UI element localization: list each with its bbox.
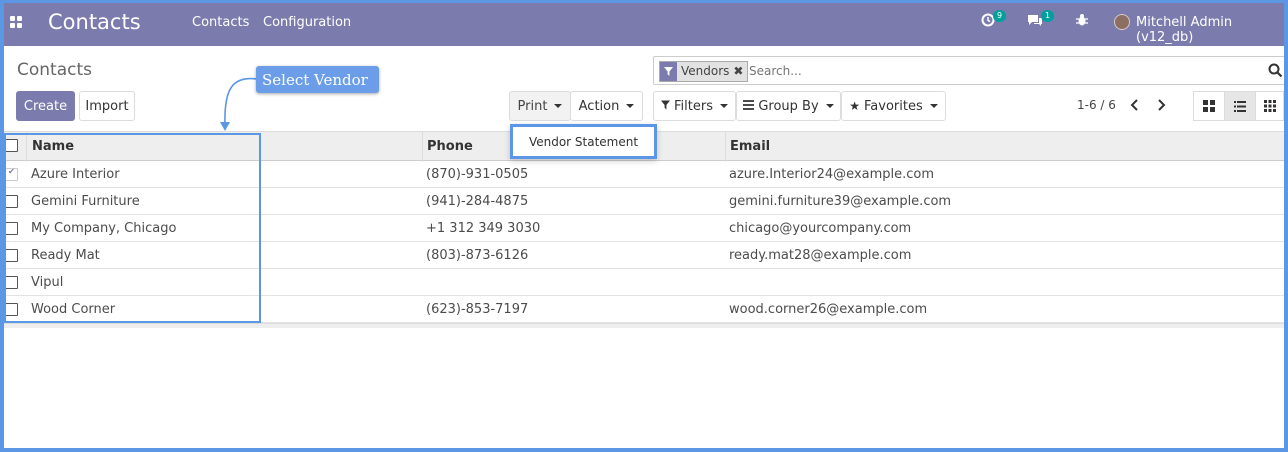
contact-phone: (623)-853-7197: [426, 302, 529, 317]
contact-email: azure.Interior24@example.com: [729, 167, 935, 182]
select-all-checkbox[interactable]: [5, 139, 18, 152]
row-checkbox[interactable]: [5, 167, 18, 181]
column-header-email[interactable]: Email: [730, 139, 770, 154]
action-label: Action: [578, 98, 620, 114]
filters-label: Filters: [674, 98, 713, 114]
contact-name: Vipul: [31, 275, 64, 290]
debug-bug-icon[interactable]: [1075, 13, 1095, 33]
filter-icon: [660, 62, 677, 81]
facet-label: Vendors: [681, 64, 730, 78]
print-dropdown-button[interactable]: Print: [509, 91, 571, 121]
bars-icon: [743, 99, 755, 114]
menu-configuration[interactable]: Configuration: [263, 15, 351, 30]
star-icon: ★: [849, 99, 861, 113]
app-brand[interactable]: Contacts: [48, 10, 141, 34]
search-input[interactable]: [749, 62, 1249, 80]
chevron-left-icon[interactable]: [1130, 98, 1139, 116]
contact-name: My Company, Chicago: [31, 221, 177, 236]
contact-phone: (870)-931-0505: [426, 167, 529, 182]
row-checkbox[interactable]: [5, 249, 18, 262]
contact-name: Gemini Furniture: [31, 194, 140, 209]
print-label: Print: [517, 98, 548, 114]
search-bar: Vendors ✖: [653, 56, 1288, 85]
filter-icon: [661, 99, 671, 114]
user-name[interactable]: Mitchell Admin (v12_db): [1136, 15, 1288, 45]
contact-name: Azure Interior: [31, 167, 120, 182]
breadcrumb: Contacts: [17, 60, 92, 80]
apps-menu-icon[interactable]: [10, 16, 22, 28]
group-by-label: Group By: [758, 98, 819, 114]
pager-value[interactable]: 1-6 / 6: [1077, 98, 1116, 112]
column-header-phone[interactable]: Phone: [427, 139, 473, 154]
contact-phone: +1 312 349 3030: [426, 221, 541, 236]
caret-down-icon: [554, 104, 563, 108]
contact-email: ready.mat28@example.com: [729, 248, 912, 263]
contact-name: Ready Mat: [31, 248, 100, 263]
select-vendor-callout: Select Vendor: [256, 66, 379, 93]
chevron-right-icon[interactable]: [1157, 98, 1166, 116]
contact-name: Wood Corner: [31, 302, 116, 317]
table-row[interactable]: Wood Corner (623)-853-7197 wood.corner26…: [0, 296, 1288, 323]
filters-button[interactable]: Filters: [653, 91, 736, 121]
row-checkbox[interactable]: [5, 276, 18, 289]
column-separator: [725, 132, 726, 162]
caret-down-icon: [626, 104, 635, 108]
row-checkbox[interactable]: [5, 222, 18, 235]
list-icon: [1234, 100, 1246, 112]
table-row[interactable]: My Company, Chicago +1 312 349 3030 chic…: [0, 215, 1288, 242]
search-icon[interactable]: [1268, 63, 1283, 78]
messages-count-badge: 1: [1041, 10, 1055, 22]
column-header-name[interactable]: Name: [32, 139, 74, 154]
table-row[interactable]: Vipul: [0, 269, 1288, 296]
top-navbar: Contacts Contacts Configuration 9 1 Mitc…: [0, 0, 1288, 46]
favorites-button[interactable]: ★ Favorites: [841, 91, 946, 121]
contact-email: gemini.furniture39@example.com: [729, 194, 952, 209]
kanban-icon: [1203, 100, 1215, 112]
print-dropdown-menu: Vendor Statement: [510, 124, 657, 159]
table-row[interactable]: Ready Mat (803)-873-6126 ready.mat28@exa…: [0, 242, 1288, 269]
user-avatar[interactable]: [1114, 14, 1130, 30]
row-checkbox[interactable]: [5, 195, 18, 208]
facet-remove-icon[interactable]: ✖: [733, 62, 747, 81]
table-row[interactable]: Gemini Furniture (941)-284-4875 gemini.f…: [0, 188, 1288, 215]
activity-count-badge: 9: [993, 10, 1007, 22]
caret-down-icon: [929, 104, 938, 108]
action-dropdown-button[interactable]: Action: [570, 91, 643, 121]
import-button-label: Import: [85, 98, 129, 114]
search-facet[interactable]: Vendors ✖: [659, 61, 749, 82]
table-footer: [0, 323, 1288, 328]
create-button[interactable]: Create: [16, 91, 75, 121]
create-button-label: Create: [23, 98, 68, 114]
row-checkbox[interactable]: [5, 303, 18, 316]
import-button[interactable]: Import: [79, 91, 135, 121]
column-separator: [26, 132, 27, 162]
table-row[interactable]: Azure Interior (870)-931-0505 azure.Inte…: [0, 161, 1288, 188]
grid-view-button[interactable]: [1255, 91, 1284, 121]
caret-down-icon: [825, 104, 834, 108]
caret-down-icon: [719, 104, 728, 108]
contact-phone: (941)-284-4875: [426, 194, 529, 209]
list-view-button[interactable]: [1224, 91, 1256, 121]
menu-contacts[interactable]: Contacts: [192, 15, 249, 30]
column-separator: [422, 132, 423, 162]
group-by-button[interactable]: Group By: [736, 91, 841, 121]
kanban-view-button[interactable]: [1193, 91, 1225, 121]
grid-icon: [1263, 100, 1276, 112]
favorites-label: Favorites: [864, 98, 923, 114]
vendor-statement-menu-item[interactable]: Vendor Statement: [529, 135, 638, 149]
contact-phone: (803)-873-6126: [426, 248, 529, 263]
contact-email: chicago@yourcompany.com: [729, 221, 912, 236]
contact-email: wood.corner26@example.com: [729, 302, 928, 317]
